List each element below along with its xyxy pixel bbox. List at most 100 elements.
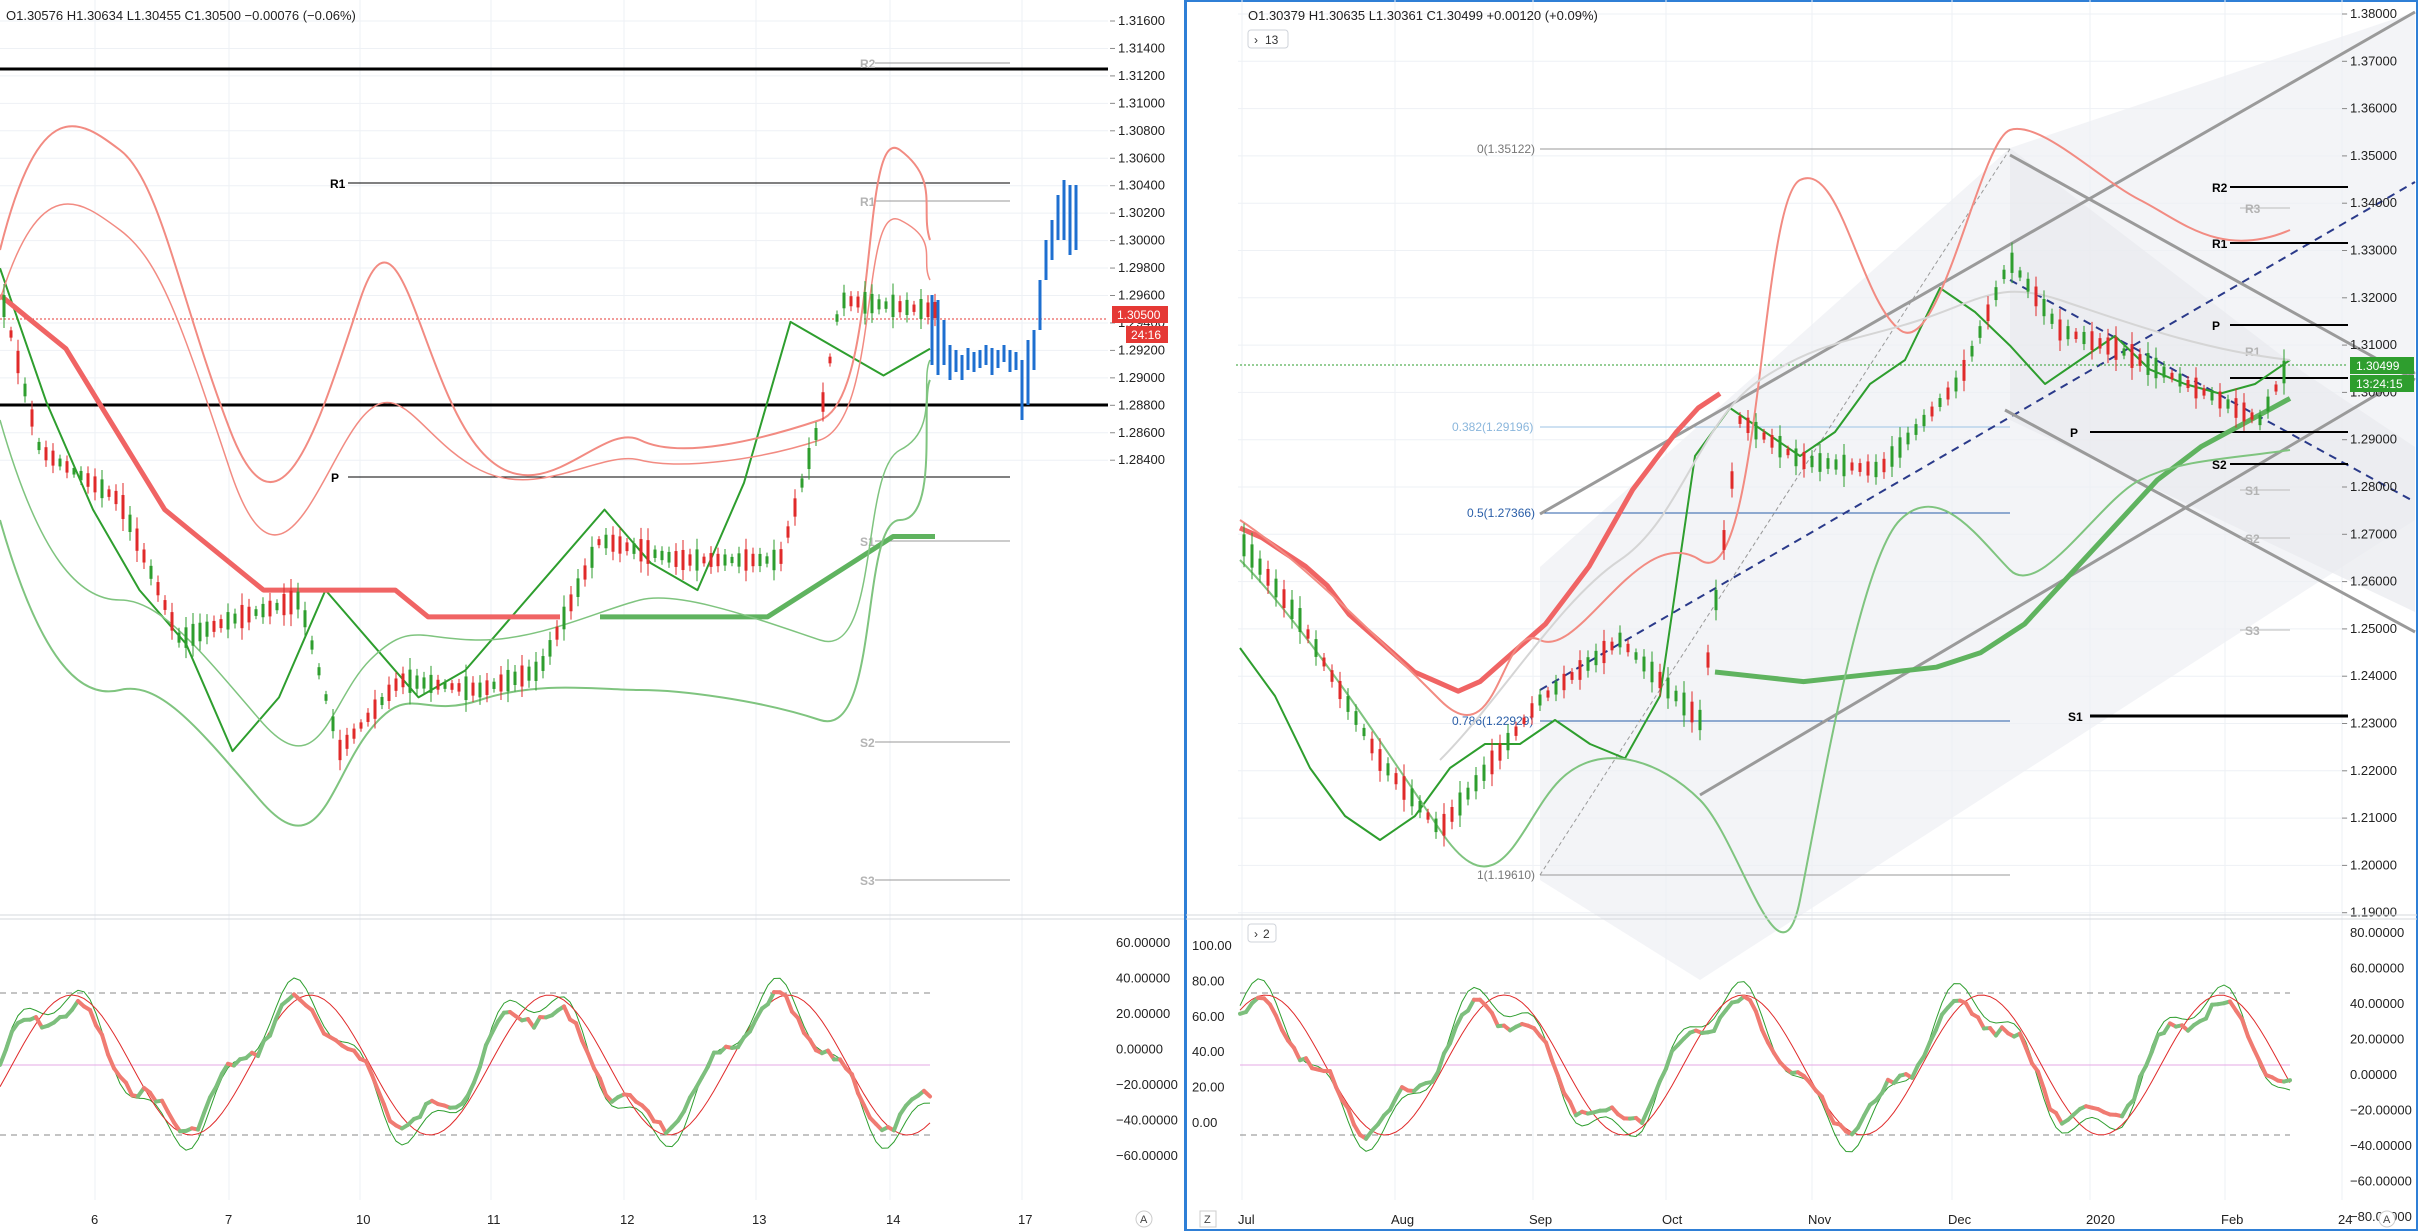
svg-text:›: › bbox=[1254, 927, 1258, 941]
price-tick-label: 1.36000 bbox=[2350, 101, 2397, 116]
osc-left-tick-label: 100.00 bbox=[1192, 938, 1232, 953]
price-tick-label: 1.19000 bbox=[2350, 905, 2397, 920]
osc-left-tick-label: 0.00 bbox=[1192, 1115, 1217, 1130]
price-tick-label: 1.29000 bbox=[1118, 370, 1165, 385]
svg-text:R3: R3 bbox=[2245, 202, 2261, 216]
date-tick-label: Oct bbox=[1662, 1212, 1683, 1227]
left-price-tag-text: 1.30500 bbox=[1117, 308, 1161, 322]
svg-text:13: 13 bbox=[1265, 33, 1279, 47]
price-tick-label: 1.21000 bbox=[2350, 810, 2397, 825]
date-tick-label: 24 bbox=[2338, 1212, 2352, 1227]
osc-right-tick-label: 40.00000 bbox=[2350, 996, 2404, 1011]
price-tick-label: 1.28000 bbox=[2350, 479, 2397, 494]
osc-right-tick-label: 80.00000 bbox=[2350, 925, 2404, 940]
osc-tick-label: 60.00000 bbox=[1116, 935, 1170, 950]
left-price-axis[interactable]: 1.31600 1.31400 1.31200 1.31000 1.30800 1.306… bbox=[1110, 13, 1165, 467]
price-tick-label: 1.33000 bbox=[2350, 243, 2397, 258]
osc-right-tick-label: 60.00000 bbox=[2350, 961, 2404, 976]
right-chart[interactable]: 0(1.35122) 0.382(1.29196) 0.5(1.27366) 0… bbox=[1185, 0, 2418, 1231]
osc-right-tick-label: 0.00000 bbox=[2350, 1067, 2397, 1082]
price-tick-label: 1.31400 bbox=[1118, 40, 1165, 55]
fib-label-0382: 0.382(1.29196) bbox=[1452, 420, 1533, 434]
osc-tick-label: 20.00000 bbox=[1116, 1006, 1170, 1021]
osc-left-tick-label: 60.00 bbox=[1192, 1009, 1225, 1024]
price-tick-label: 1.31600 bbox=[1118, 13, 1165, 28]
date-tick-label: Feb bbox=[2221, 1212, 2243, 1227]
osc-left-tick-label: 20.00 bbox=[1192, 1080, 1225, 1095]
date-tick-label: Nov bbox=[1808, 1212, 1832, 1227]
osc-right-tick-label: −60.00000 bbox=[2350, 1174, 2412, 1189]
osc-tick-label: −60.00000 bbox=[1116, 1148, 1178, 1163]
price-tick-label: 1.32000 bbox=[2350, 290, 2397, 305]
svg-text:P: P bbox=[2070, 426, 2078, 440]
price-tick-label: 1.28800 bbox=[1118, 397, 1165, 412]
date-tick-label: 17 bbox=[1018, 1212, 1032, 1227]
svg-text:›: › bbox=[1254, 33, 1258, 47]
right-price-tag-text: 1.30499 bbox=[2356, 359, 2400, 373]
price-tick-label: 1.30600 bbox=[1118, 150, 1165, 165]
svg-text:2: 2 bbox=[1263, 927, 1270, 941]
fib-label-0786: 0.786(1.22929) bbox=[1452, 714, 1533, 728]
price-tick-label: 1.28400 bbox=[1118, 452, 1165, 467]
right-oscillator-pane[interactable] bbox=[1238, 978, 2292, 1153]
date-tick-label: 12 bbox=[620, 1212, 634, 1227]
date-tick-label: 7 bbox=[225, 1212, 232, 1227]
left-label-r1-faint: R1 bbox=[860, 195, 876, 209]
left-countdown-text: 24:16 bbox=[1131, 328, 1161, 342]
date-tick-label: Aug bbox=[1391, 1212, 1414, 1227]
price-tick-label: 1.29000 bbox=[2350, 432, 2397, 447]
left-auto-scale-label: A bbox=[1140, 1214, 1148, 1226]
price-tick-label: 1.37000 bbox=[2350, 53, 2397, 68]
price-tick-label: 1.31200 bbox=[1118, 68, 1165, 83]
date-tick-label: Dec bbox=[1948, 1212, 1972, 1227]
price-tick-label: 1.31000 bbox=[2350, 337, 2397, 352]
price-tick-label: 1.29200 bbox=[1118, 342, 1165, 357]
date-tick-label: 11 bbox=[487, 1212, 501, 1227]
osc-tick-label: −40.00000 bbox=[1116, 1113, 1178, 1128]
right-countdown-text: 13:24:15 bbox=[2356, 377, 2403, 391]
left-chart[interactable]: R1 P R2 R1 S1 S2 S3 O1.30576 H1.30634 L1… bbox=[0, 0, 1184, 1231]
price-tick-label: 1.30200 bbox=[1118, 205, 1165, 220]
right-auto-scale-label: A bbox=[2383, 1214, 2391, 1226]
right-indicator-toggle[interactable]: › 13 bbox=[1247, 29, 1289, 49]
svg-text:R2: R2 bbox=[2212, 181, 2228, 195]
date-tick-label: Sep bbox=[1529, 1212, 1552, 1227]
price-tick-label: 1.25000 bbox=[2350, 621, 2397, 636]
price-tick-label: 1.30400 bbox=[1118, 178, 1165, 193]
fib-label-05: 0.5(1.27366) bbox=[1467, 506, 1535, 520]
left-label-r1: R1 bbox=[330, 177, 346, 191]
right-date-axis[interactable]: Jul Aug Sep Oct Nov Dec 2020 Feb 24 bbox=[1238, 1212, 2352, 1227]
svg-text:S1: S1 bbox=[2068, 710, 2083, 724]
osc-right-tick-label: −40.00000 bbox=[2350, 1138, 2412, 1153]
date-tick-label: 2020 bbox=[2086, 1212, 2115, 1227]
left-label-s3: S3 bbox=[860, 874, 875, 888]
osc-right-tick-label: −20.00000 bbox=[2350, 1103, 2412, 1118]
left-ohlc-readout: O1.30576 H1.30634 L1.30455 C1.30500 −0.0… bbox=[6, 8, 356, 23]
osc-tick-label: 0.00000 bbox=[1116, 1042, 1163, 1057]
right-osc-toggle[interactable]: › 2 bbox=[1247, 923, 1277, 943]
date-tick-label: 10 bbox=[356, 1212, 370, 1227]
date-tick-label: 6 bbox=[91, 1212, 98, 1227]
svg-text:S3: S3 bbox=[2245, 624, 2260, 638]
price-tick-label: 1.26000 bbox=[2350, 574, 2397, 589]
fib-label-1: 1(1.19610) bbox=[1477, 868, 1535, 882]
svg-text:R1: R1 bbox=[2245, 345, 2261, 359]
date-tick-label: 13 bbox=[752, 1212, 766, 1227]
left-label-s2: S2 bbox=[860, 736, 875, 750]
svg-text:P: P bbox=[2212, 319, 2220, 333]
osc-left-tick-label: 80.00 bbox=[1192, 973, 1225, 988]
price-tick-label: 1.22000 bbox=[2350, 763, 2397, 778]
left-label-p: P bbox=[331, 471, 339, 485]
price-tick-label: 1.29600 bbox=[1118, 288, 1165, 303]
left-label-r2: R2 bbox=[860, 57, 876, 71]
right-ohlc-readout: O1.30379 H1.30635 L1.30361 C1.30499 +0.0… bbox=[1248, 8, 1598, 23]
date-tick-label: Jul bbox=[1238, 1212, 1255, 1227]
svg-text:S1: S1 bbox=[2245, 484, 2260, 498]
fib-label-0: 0(1.35122) bbox=[1477, 142, 1535, 156]
price-tick-label: 1.29800 bbox=[1118, 260, 1165, 275]
price-tick-label: 1.24000 bbox=[2350, 668, 2397, 683]
price-tick-label: 1.38000 bbox=[2350, 6, 2397, 21]
price-tick-label: 1.34000 bbox=[2350, 195, 2397, 210]
price-tick-label: 1.27000 bbox=[2350, 526, 2397, 541]
price-tick-label: 1.28600 bbox=[1118, 425, 1165, 440]
